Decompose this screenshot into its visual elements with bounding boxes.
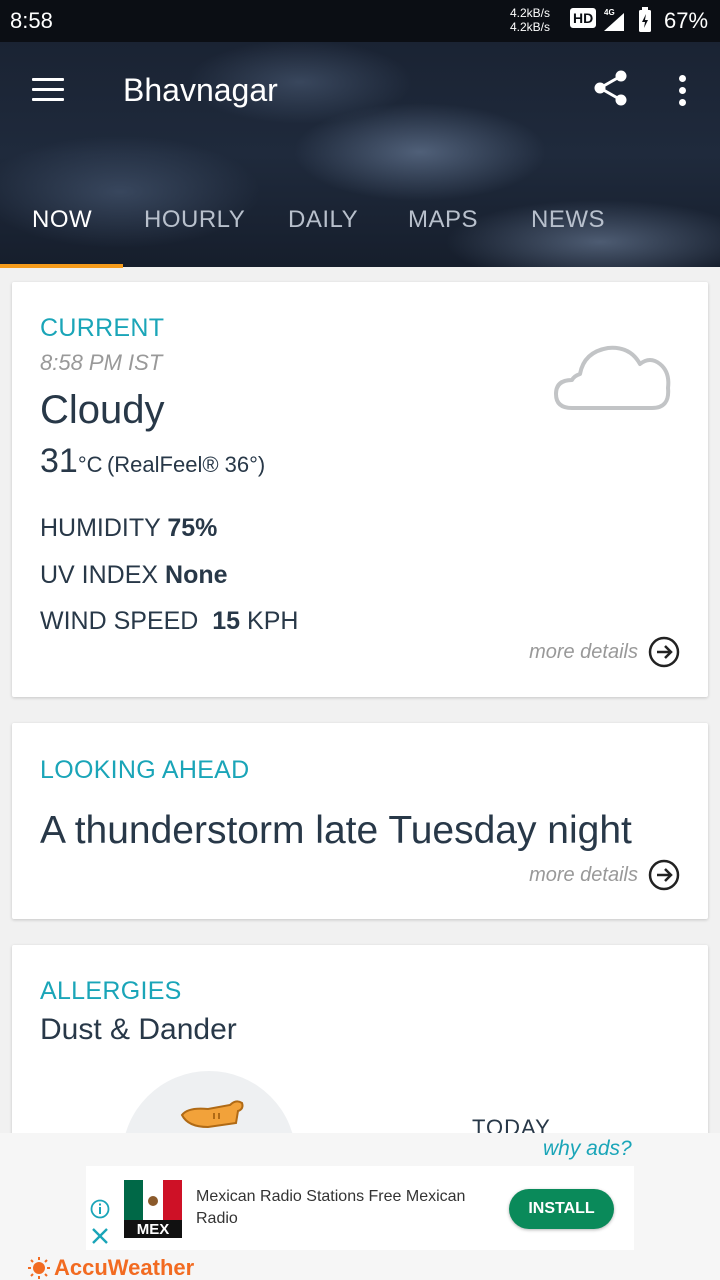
battery-percent: 67% [664, 8, 709, 33]
humidity-value: 75% [167, 514, 218, 542]
status-time: 8:58 [10, 8, 53, 33]
ad-info-icon[interactable] [90, 1199, 110, 1219]
looking-ahead-card[interactable]: LOOKING AHEAD A thunderstorm late Tuesda… [12, 723, 708, 919]
observation-time: 8:58 PM IST [40, 350, 163, 375]
ad-logo-text: MEX [136, 1221, 170, 1238]
cloud-icon [554, 345, 671, 410]
humidity-row: HUMIDITY 75% [40, 514, 217, 543]
tab-bar: NOW HOURLY DAILY MAPS NEWS [0, 202, 720, 268]
arrow-circle-right-icon [648, 636, 680, 668]
more-vert-icon [679, 75, 686, 82]
ad-close-icon[interactable] [90, 1226, 110, 1246]
uv-index-row: UV INDEX None [40, 561, 228, 590]
status-bar: 8:58 4.2kB/s 4.2kB/s HD 4G 67% [0, 0, 720, 42]
condition-text: Cloudy [40, 388, 165, 432]
wind-speed-row: WIND SPEED 15 KPH [40, 607, 298, 636]
more-details-label: more details [529, 863, 638, 886]
active-tab-indicator [0, 264, 123, 268]
location-title: Bhavnagar [123, 72, 278, 108]
overflow-menu-button[interactable] [670, 70, 694, 110]
current-label: CURRENT [40, 314, 165, 342]
ad-text: Mexican Radio Stations Free Mexican Radi… [196, 1188, 466, 1227]
app-header: Bhavnagar NOW HOURLY DAILY MAPS NEWS [0, 42, 720, 268]
uv-index-value: None [165, 561, 228, 589]
share-icon[interactable] [592, 68, 630, 108]
looking-ahead-label: LOOKING AHEAD [40, 756, 250, 784]
temperature-unit: °C [77, 452, 103, 477]
more-details-label: more details [529, 640, 638, 663]
speed-up: 4.2kB/s [510, 6, 551, 20]
install-button[interactable]: INSTALL [509, 1189, 614, 1229]
accuweather-brand: AccuWeather [28, 1255, 194, 1280]
wind-speed-value: 15 [212, 607, 241, 635]
svg-text:4G: 4G [604, 8, 615, 17]
tab-now[interactable]: NOW [32, 206, 92, 234]
humidity-label: HUMIDITY [40, 514, 161, 542]
looking-ahead-more-details-link[interactable]: more details [529, 859, 680, 891]
why-ads-link[interactable]: why ads? [543, 1137, 632, 1161]
allergy-type: Dust & Dander [40, 1013, 237, 1046]
menu-icon [32, 78, 64, 81]
brand-name: AccuWeather [54, 1255, 195, 1280]
dust-dander-icon [180, 1100, 244, 1129]
wind-speed-unit: KPH [247, 607, 299, 635]
realfeel-text: (RealFeel® 36°) [106, 452, 266, 477]
temperature-row: 31°C (RealFeel® 36°) [40, 442, 265, 481]
arrow-circle-right-icon [648, 859, 680, 891]
hd-badge: HD [570, 8, 597, 28]
battery-icon [639, 7, 651, 32]
tab-news[interactable]: NEWS [531, 206, 605, 234]
looking-ahead-text: A thunderstorm late Tuesday night [40, 809, 632, 852]
uv-index-label: UV INDEX [40, 561, 159, 589]
signal-4g-icon: 4G [604, 8, 624, 31]
network-speed: 4.2kB/s 4.2kB/s [510, 6, 550, 34]
current-conditions-card[interactable]: CURRENT 8:58 PM IST Cloudy 31°C (RealFee… [12, 282, 708, 697]
tab-maps[interactable]: MAPS [408, 206, 478, 234]
menu-button[interactable] [28, 72, 68, 108]
tab-daily[interactable]: DAILY [288, 206, 358, 234]
sun-icon [28, 1257, 50, 1279]
tab-hourly[interactable]: HOURLY [144, 206, 245, 234]
allergies-label: ALLERGIES [40, 977, 182, 1005]
wind-speed-label: WIND SPEED [40, 607, 199, 635]
allergies-card[interactable]: ALLERGIES Dust & Dander TODAY [12, 945, 708, 1145]
temperature-value: 31 [40, 442, 78, 480]
current-more-details-link[interactable]: more details [529, 636, 680, 668]
speed-down: 4.2kB/s [510, 20, 551, 34]
